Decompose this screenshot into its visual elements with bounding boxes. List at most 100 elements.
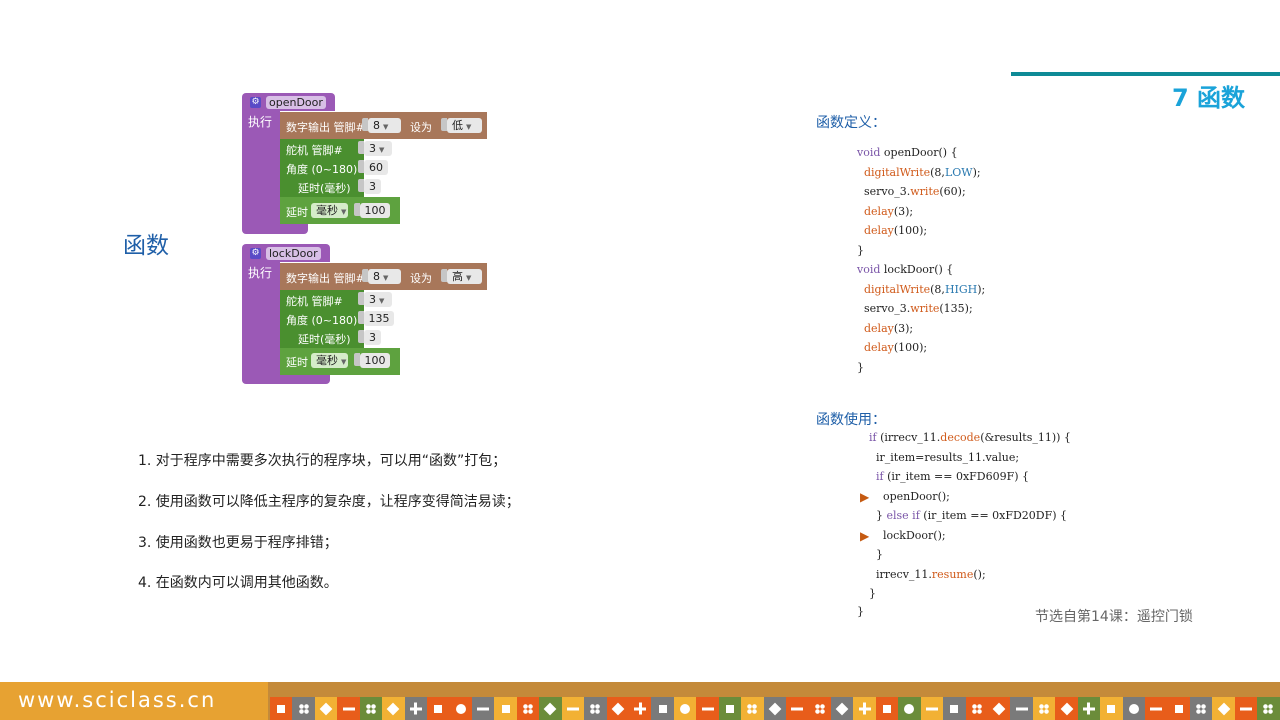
code-line: openDoor();: [869, 489, 950, 503]
pin-dropdown[interactable]: 8 ▼: [368, 269, 401, 284]
footer-url[interactable]: www.sciclass.cn: [18, 688, 216, 712]
pattern-icon: [1240, 707, 1253, 710]
delay-label: 延时: [286, 356, 308, 369]
digital-write-label: 数字输出 管脚#: [286, 121, 365, 134]
pattern-tile: [382, 697, 405, 720]
source-caption: 节选自第14课：遥控门锁: [1035, 609, 1193, 625]
pattern-icon: [477, 707, 490, 710]
servo-pin-dropdown[interactable]: 3 ▼: [364, 292, 392, 307]
arrow-marker-icon: ▶: [860, 489, 870, 504]
code-line: if (ir_item == 0xFD609F) {: [869, 470, 1030, 483]
pattern-icon: [925, 707, 938, 710]
code-line: servo_3.write(60);: [857, 185, 966, 198]
pattern-tile: [337, 697, 360, 720]
pattern-tile: [988, 697, 1011, 720]
pattern-icon: [1128, 703, 1139, 714]
pattern-tile: [1167, 697, 1190, 720]
code-line: } else if (ir_item == 0xFD20DF) {: [869, 509, 1068, 522]
chevron-down-icon: ▼: [379, 297, 385, 305]
pattern-tile: [853, 697, 876, 720]
servo-pin-dropdown[interactable]: 3 ▼: [364, 141, 392, 156]
servo-delay-input[interactable]: 3: [364, 179, 381, 194]
pattern-icon: [434, 704, 443, 713]
pattern-tile: [1234, 697, 1258, 720]
level-dropdown[interactable]: 高 ▼: [447, 269, 482, 284]
gear-icon[interactable]: ⚙: [250, 97, 261, 108]
delay-unit-dropdown[interactable]: 毫秒 ▼: [311, 353, 348, 368]
pattern-tile: [427, 697, 450, 720]
pattern-tile: [292, 697, 315, 720]
pattern-icon: [1174, 704, 1183, 713]
code-line: void lockDoor() {: [857, 263, 954, 276]
servo-delay-label: 延时(毫秒): [298, 182, 351, 195]
code-line: delay(3);: [857, 204, 914, 218]
pattern-tile: [696, 697, 719, 720]
pattern-icon: [725, 704, 734, 713]
pattern-tile: [1100, 697, 1123, 720]
function-foot: [242, 224, 308, 234]
servo-label: 舵机 管脚#: [286, 144, 343, 157]
pin-dropdown[interactable]: 8 ▼: [368, 118, 401, 133]
pattern-tile: [516, 697, 540, 720]
pattern-tile: [920, 697, 944, 720]
chevron-down-icon: ▼: [341, 208, 347, 216]
pattern-tile: [898, 697, 921, 720]
pattern-icon: [971, 703, 982, 714]
delay-unit-dropdown[interactable]: 毫秒 ▼: [311, 203, 348, 218]
code-line: irrecv_11.resume();: [869, 567, 986, 581]
angle-label: 角度 (0~180): [286, 163, 358, 176]
pattern-tile: [808, 697, 831, 720]
pattern-icon: [1196, 703, 1207, 714]
pattern-icon: [544, 702, 557, 715]
pattern-tile: [786, 697, 809, 720]
delay-input[interactable]: 100: [360, 353, 390, 368]
definition-label: 函数定义：: [816, 115, 886, 131]
chevron-down-icon: ▼: [383, 274, 389, 282]
pattern-tile: [1010, 697, 1033, 720]
pattern-icon: [904, 703, 915, 714]
code-line: }: [857, 360, 864, 374]
servo-delay-input[interactable]: 3: [364, 330, 381, 345]
chevron-down-icon: ▼: [466, 123, 472, 131]
pattern-icon: [992, 702, 1006, 715]
code-line: digitalWrite(8,HIGH);: [857, 282, 986, 296]
pattern-tile: [830, 697, 854, 720]
pattern-tile: [584, 697, 607, 720]
pattern-icon: [501, 704, 510, 713]
side-heading: 函数: [123, 233, 169, 259]
pattern-tile: [404, 697, 428, 720]
code-line: void openDoor() {: [857, 146, 958, 159]
exec-label: 执行: [248, 266, 273, 280]
level-dropdown[interactable]: 低 ▼: [447, 118, 482, 133]
angle-input[interactable]: 135: [364, 311, 394, 326]
pattern-tile: [1055, 697, 1078, 720]
pattern-icon: [680, 703, 691, 714]
angle-input[interactable]: 60: [364, 160, 388, 175]
pattern-tile: [539, 697, 562, 720]
pattern-tile: [629, 697, 652, 720]
pattern-icon: [277, 704, 286, 713]
pattern-icon: [858, 702, 871, 715]
delay-input[interactable]: 100: [360, 203, 390, 218]
pattern-icon: [1060, 702, 1073, 715]
gear-icon[interactable]: ⚙: [250, 248, 261, 259]
pattern-tile: [1032, 697, 1056, 720]
pattern-tile: [1077, 697, 1101, 720]
pattern-tile: [270, 697, 293, 720]
chapter-title: 7 函数: [1171, 84, 1245, 112]
pattern-tile: [494, 697, 517, 720]
function-foot: [242, 374, 330, 384]
pattern-icon: [1263, 703, 1274, 714]
pattern-icon: [634, 702, 647, 715]
pattern-icon: [590, 703, 601, 714]
footer-pattern: [270, 697, 1280, 720]
function-name-field[interactable]: lockDoor: [266, 247, 321, 260]
digital-write-label: 数字输出 管脚#: [286, 272, 365, 285]
code-line: lockDoor();: [869, 528, 946, 542]
code-line: if (irrecv_11.decode(&results_11)) {: [869, 431, 1071, 444]
pattern-icon: [701, 707, 714, 710]
pattern-tile: [1257, 697, 1280, 720]
function-name-field[interactable]: openDoor: [266, 96, 326, 109]
pattern-tile: [359, 697, 383, 720]
pattern-icon: [1217, 702, 1230, 715]
